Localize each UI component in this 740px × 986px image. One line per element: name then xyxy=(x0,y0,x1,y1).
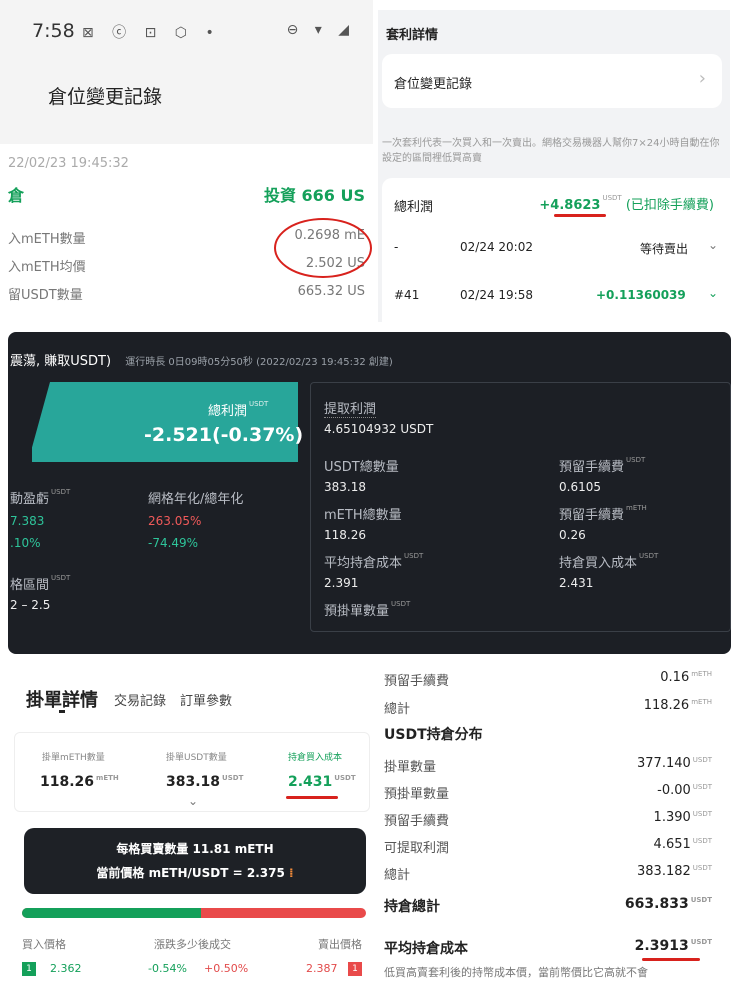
profit-value: +4.8623 USDT (已扣除手續費) xyxy=(539,194,714,213)
withdraw-profit-value: 4.65104932 USDT xyxy=(324,422,434,436)
annotation-circle xyxy=(274,218,372,278)
position-change-panel: 7:58 ⊠ ⓒ ⊡ ⬡ • ⊖ ▾ ◢ 倉位變更記錄 22/02/23 19:… xyxy=(0,0,373,322)
total-annual-value: -74.49% xyxy=(148,536,199,550)
chevron-right-icon: › xyxy=(698,68,706,89)
total-profit-label: 總利潤 USDT xyxy=(208,400,269,419)
tab-trade-records[interactable]: 交易記錄 xyxy=(114,690,166,709)
section-title: USDT持倉分布 xyxy=(384,727,483,743)
sell-price: 2.387 xyxy=(306,962,338,975)
page-title: 倉位變更記錄 xyxy=(48,86,163,108)
total-profit-card xyxy=(28,382,298,462)
order-row[interactable]: #41 02/24 19:58 +0.11360039 ⌄ xyxy=(394,286,719,302)
total-profit-value: -2.521(-0.37%) xyxy=(144,424,304,446)
system-status-icons: ⊖ ▾ ◢ xyxy=(286,22,355,38)
annotation-underline xyxy=(286,796,338,799)
avg-cost-row: 平均持倉成本 2.3913 USDT xyxy=(384,938,712,957)
buy-badge: 1 xyxy=(22,962,36,976)
price-range-value: 2 – 2.5 xyxy=(10,598,51,612)
annotation-underline xyxy=(554,214,606,217)
tab-order-detail[interactable]: 掛單詳情 xyxy=(26,686,98,712)
grid-annual-label: 網格年化/總年化 xyxy=(148,492,244,507)
price-tooltip xyxy=(24,828,366,894)
profit-card: 總利潤 +4.8623 USDT (已扣除手續費) - 02/24 20:02 等… xyxy=(382,178,730,322)
profit-label: 總利潤 xyxy=(394,200,434,215)
grid-bot-summary-panel: 震蕩, 賺取USDT) 運行時長 0日09時05分50秒 (2022/02/23… xyxy=(8,332,731,654)
bot-header: 震蕩, 賺取USDT) 運行時長 0日09時05分50秒 (2022/02/23… xyxy=(10,354,393,369)
position-label: 倉 xyxy=(8,186,25,205)
record-timestamp: 22/02/23 19:45:32 xyxy=(8,156,129,171)
arbitrage-header: 套利詳情 xyxy=(386,28,439,43)
position-distribution-panel: 預留手續費 0.16 mETH 總計 118.26 mETH USDT持倉分布 掛單數量… xyxy=(378,660,730,982)
status-time: 7:58 xyxy=(32,20,75,42)
annotation-underline xyxy=(642,958,700,961)
order-row[interactable]: - 02/24 20:02 等待賣出 ⌄ xyxy=(394,238,719,256)
footer-note: 低買高賣套利後的持幣成本價，當前幣價比它高就不會 xyxy=(384,966,648,979)
buy-price: 2.362 xyxy=(50,962,82,975)
order-detail-panel: 掛單詳情 交易記錄 訂單參數 掛單mETH數量 118.26 mETH 掛單USD… xyxy=(10,660,375,982)
position-change-link[interactable]: 倉位變更記錄 › xyxy=(382,54,722,108)
chevron-down-icon: ⌄ xyxy=(708,286,719,300)
chevron-down-icon[interactable]: ⌄ xyxy=(188,794,198,808)
arbitrage-note: 一次套利代表一次買入和一次賣出。網格交易機器人幫你7×24小時自動在你設定的區間… xyxy=(382,138,720,164)
withdraw-profit-label[interactable]: 提取利潤 xyxy=(324,398,377,418)
price-ratio-bar xyxy=(22,908,366,918)
sell-badge: 1 xyxy=(348,962,362,976)
active-tab-indicator xyxy=(59,710,65,713)
grid-annual-value: 263.05% xyxy=(148,514,202,528)
record-row: 留USDT數量 665.32 US xyxy=(8,284,365,303)
float-pnl-pct: .10% xyxy=(10,536,41,550)
arbitrage-detail-panel: 套利詳情 倉位變更記錄 › 一次套利代表一次買入和一次賣出。網格交易機器人幫你7… xyxy=(378,10,730,322)
float-pnl-value: 7.383 xyxy=(10,514,45,528)
tab-order-params[interactable]: 訂單參數 xyxy=(180,690,232,709)
status-icons: ⊠ ⓒ ⊡ ⬡ • xyxy=(82,25,221,41)
hold-total-row: 持倉總計 663.833 USDT xyxy=(384,896,712,915)
chevron-down-icon: ⌄ xyxy=(708,238,719,252)
invest-amount: 投資 666 US xyxy=(263,186,365,205)
